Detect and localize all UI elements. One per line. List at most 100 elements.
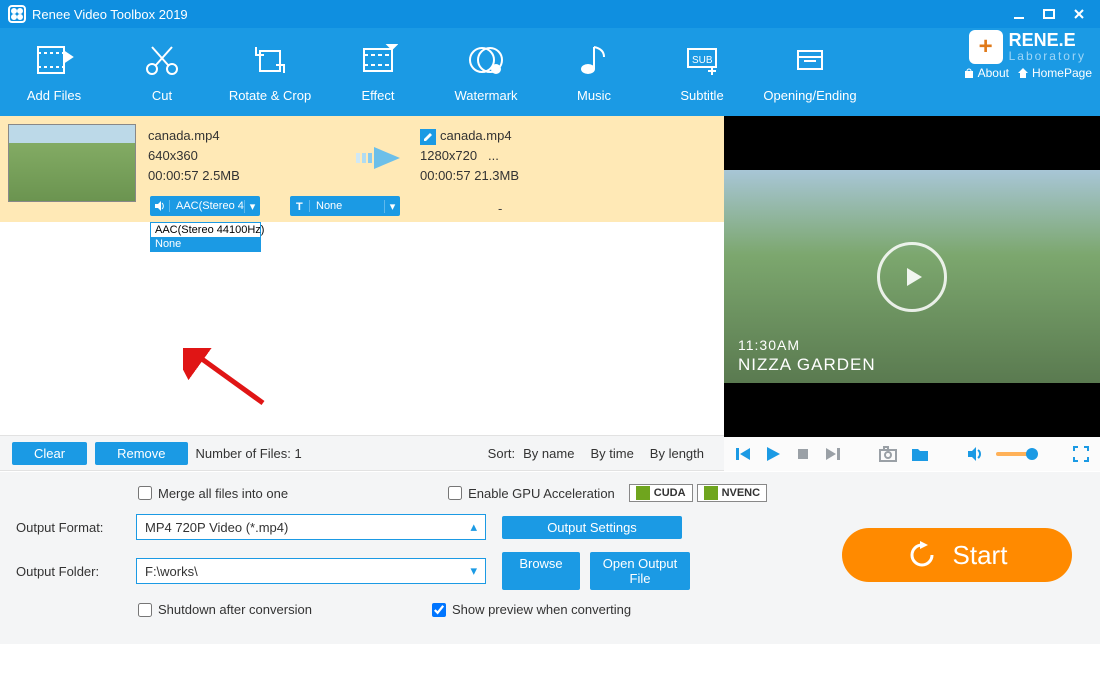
dest-extra: ... [488, 148, 499, 163]
rotate-crop-icon [250, 38, 290, 82]
music-icon [574, 38, 614, 82]
tool-watermark[interactable]: Watermark [432, 34, 540, 103]
brand-sub: Laboratory [1009, 49, 1086, 63]
remove-button[interactable]: Remove [95, 442, 187, 465]
play-button[interactable] [764, 445, 782, 463]
add-files-icon [34, 38, 74, 82]
svg-text:SUB: SUB [692, 55, 713, 66]
watermark-icon [466, 38, 506, 82]
prev-button[interactable] [734, 445, 752, 463]
sort-by-name[interactable]: By name [523, 446, 574, 461]
tool-opening-ending[interactable]: Opening/Ending [756, 34, 864, 103]
output-folder-combo[interactable]: F:\works\ ▾ [136, 558, 486, 584]
source-filename: canada.mp4 [148, 126, 338, 146]
minimize-button[interactable] [1006, 5, 1032, 23]
brand-name: RENE.E [1009, 31, 1086, 49]
open-output-file-button[interactable]: Open Output File [590, 552, 690, 590]
merge-label: Merge all files into one [158, 486, 288, 501]
chevron-down-icon: ▾ [244, 200, 260, 213]
gpu-label: Enable GPU Acceleration [468, 486, 615, 501]
shutdown-label: Shutdown after conversion [158, 602, 312, 617]
start-button[interactable]: Start [842, 528, 1072, 582]
dest-size: 21.3MB [474, 168, 519, 183]
dest-resolution: 1280x720 [420, 148, 477, 163]
chevron-up-icon: ▴ [470, 519, 477, 535]
sort-by-time[interactable]: By time [590, 446, 633, 461]
cuda-chip: CUDA [629, 484, 693, 502]
text-icon: T [290, 200, 310, 212]
app-logo-icon [8, 5, 26, 23]
subtitle-icon: SUB [682, 38, 722, 82]
output-format-combo[interactable]: MP4 720P Video (*.mp4) ▴ [136, 514, 486, 540]
show-preview-label: Show preview when converting [452, 602, 631, 617]
brand-block: + RENE.E Laboratory About HomePage [963, 30, 1092, 80]
file-count: 1 [295, 446, 302, 461]
subtitle-track-dropdown[interactable]: T None ▾ [290, 196, 400, 216]
tool-rotate-crop[interactable]: Rotate & Crop [216, 34, 324, 103]
title-bar: Renee Video Toolbox 2019 [0, 0, 1100, 28]
main-toolbar: Add Files Cut Rotate & Crop Effect Water… [0, 28, 1100, 116]
preview-overlay-text: 11:30AM NIZZA GARDEN [738, 337, 876, 375]
file-thumbnail [8, 124, 136, 202]
tool-music[interactable]: Music [540, 34, 648, 103]
audio-track-options[interactable]: AAC(Stereo 44100Hz) None [150, 222, 261, 252]
tool-cut[interactable]: Cut [108, 34, 216, 103]
source-duration: 00:00:57 [148, 168, 199, 183]
audio-option-none[interactable]: None [151, 237, 260, 251]
annotation-arrow [183, 348, 273, 413]
output-format-label: Output Format: [16, 520, 136, 535]
fullscreen-button[interactable] [1072, 445, 1090, 463]
progress-placeholder: - [498, 201, 502, 216]
svg-text:T: T [296, 201, 303, 212]
preview-controls [724, 437, 1100, 471]
file-count-label: Number of Files: [196, 446, 291, 461]
preview-panel: 11:30AM NIZZA GARDEN [724, 116, 1100, 471]
dest-filename: canada.mp4 [440, 128, 512, 143]
sort-label: Sort: [488, 446, 515, 461]
dest-duration: 00:00:57 [420, 168, 471, 183]
scissors-icon [142, 38, 182, 82]
merge-checkbox[interactable] [138, 486, 152, 500]
chevron-down-icon: ▾ [384, 200, 400, 213]
close-button[interactable] [1066, 5, 1092, 23]
output-folder-label: Output Folder: [16, 564, 136, 579]
arrow-icon [350, 138, 408, 178]
file-list: canada.mp4 640x360 00:00:57 2.5MB canada… [0, 116, 724, 471]
audio-track-dropdown[interactable]: AAC(Stereo 4 ▾ [150, 196, 260, 216]
sort-by-length[interactable]: By length [650, 446, 704, 461]
tool-add-files[interactable]: Add Files [0, 34, 108, 103]
volume-slider[interactable] [996, 452, 1036, 456]
sort-bar: Clear Remove Number of Files: 1 Sort: By… [0, 435, 724, 471]
audio-option-aac[interactable]: AAC(Stereo 44100Hz) [151, 223, 260, 237]
browse-button[interactable]: Browse [502, 552, 580, 590]
brand-logo-icon: + [969, 30, 1003, 64]
edit-icon[interactable] [420, 129, 436, 145]
tool-effect[interactable]: Effect [324, 34, 432, 103]
effect-icon [358, 38, 398, 82]
maximize-button[interactable] [1036, 5, 1062, 23]
open-folder-button[interactable] [910, 445, 930, 463]
speaker-icon [150, 200, 170, 212]
gpu-checkbox[interactable] [448, 486, 462, 500]
file-area: canada.mp4 640x360 00:00:57 2.5MB canada… [0, 116, 1100, 472]
volume-icon[interactable] [966, 445, 984, 463]
snapshot-button[interactable] [878, 445, 898, 463]
show-preview-checkbox[interactable] [432, 603, 446, 617]
play-overlay-button[interactable] [877, 242, 947, 312]
file-row[interactable]: canada.mp4 640x360 00:00:57 2.5MB canada… [0, 116, 724, 222]
video-preview[interactable]: 11:30AM NIZZA GARDEN [724, 116, 1100, 437]
footer-settings: Merge all files into one Enable GPU Acce… [0, 472, 1100, 644]
shutdown-checkbox[interactable] [138, 603, 152, 617]
opening-ending-icon [790, 38, 830, 82]
stop-button[interactable] [794, 445, 812, 463]
nvenc-chip: NVENC [697, 484, 768, 502]
next-button[interactable] [824, 445, 842, 463]
homepage-link[interactable]: HomePage [1017, 66, 1092, 80]
clear-button[interactable]: Clear [12, 442, 87, 465]
output-settings-button[interactable]: Output Settings [502, 516, 682, 539]
tool-subtitle[interactable]: SUB Subtitle [648, 34, 756, 103]
about-link[interactable]: About [963, 66, 1009, 80]
source-size: 2.5MB [202, 168, 240, 183]
source-resolution: 640x360 [148, 146, 338, 166]
app-title: Renee Video Toolbox 2019 [32, 7, 188, 22]
